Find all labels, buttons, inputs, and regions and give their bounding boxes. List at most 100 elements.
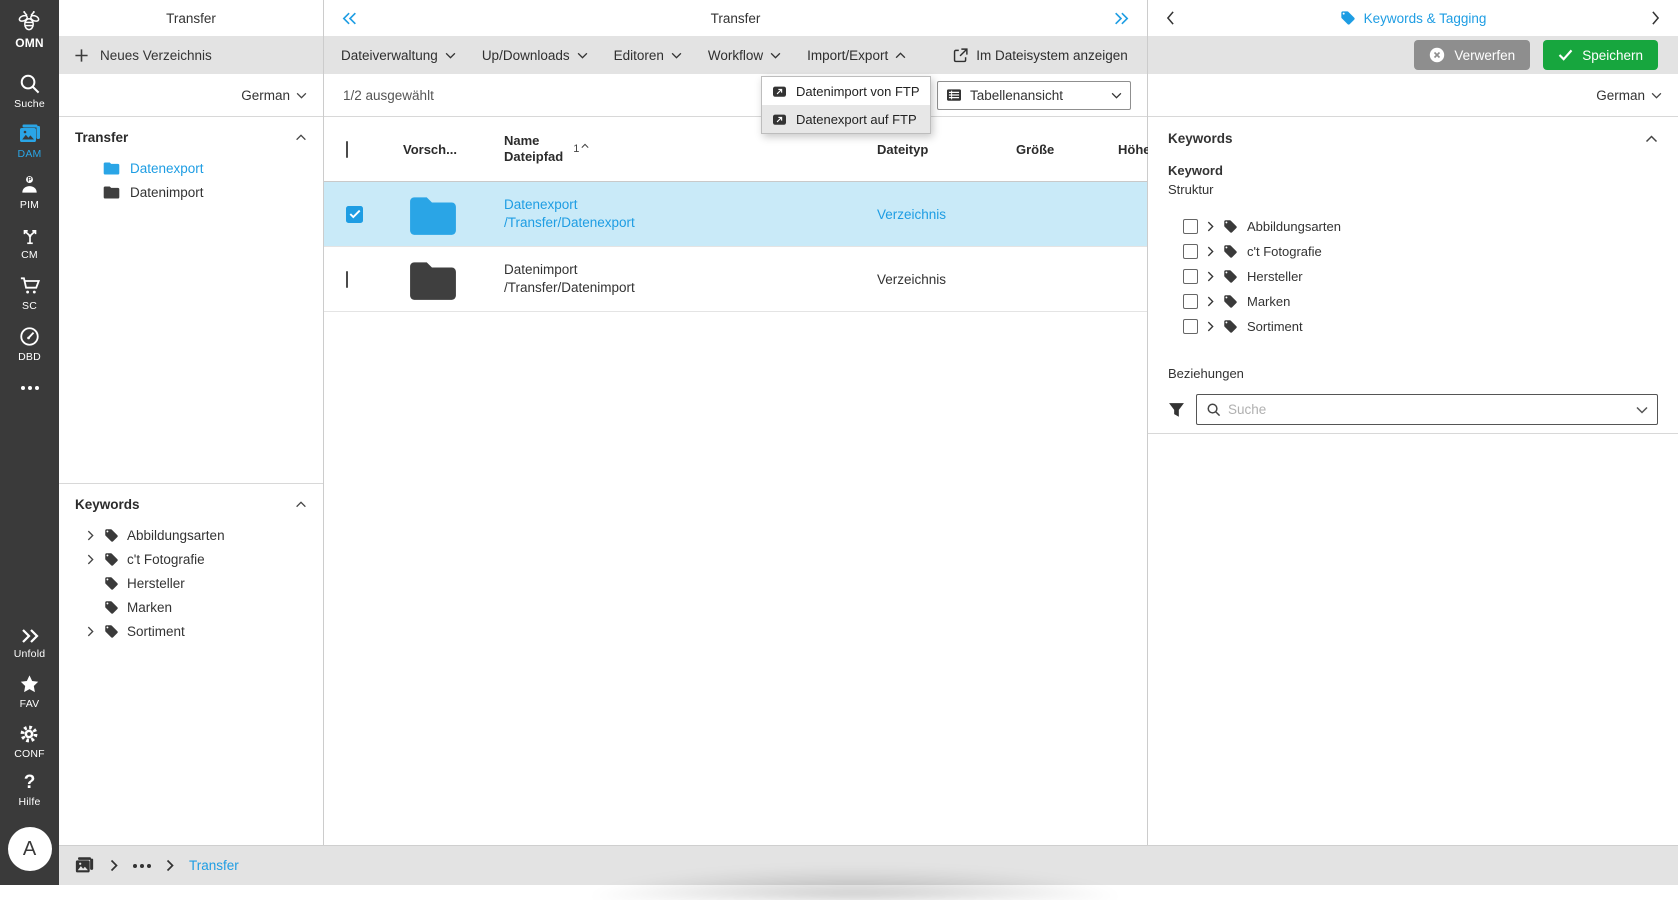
keyword-item-marken[interactable]: Marken [75,595,307,619]
collapse-chevron-up-icon[interactable] [1645,134,1658,143]
keyword-checkbox[interactable] [1183,219,1198,234]
sidebar-item-unfold[interactable]: Unfold [14,627,46,660]
menu-import-export[interactable]: Import/Export [807,48,906,63]
discard-button[interactable]: Verwerfen [1414,40,1531,70]
chevron-right-icon [166,859,174,872]
star-icon [18,673,41,695]
tree-item-datenimport[interactable]: Datenimport [75,180,307,204]
filter-funnel-icon[interactable] [1168,402,1185,418]
keyword-option-hersteller[interactable]: Hersteller [1183,264,1658,289]
sidebar-item-label: DBD [18,351,41,363]
menu-item-datenexport-auf-ftp[interactable]: Datenexport auf FTP [762,105,930,133]
chevron-right-icon[interactable] [1207,296,1214,307]
column-name-dateipfad[interactable]: Name Dateipfad 1 [504,133,877,166]
chevron-right-icon[interactable] [87,554,96,565]
left-language-select[interactable]: German [59,74,323,117]
sidebar-item-sc[interactable]: SC [18,274,42,312]
menu-updownloads[interactable]: Up/Downloads [482,48,588,63]
save-button[interactable]: Speichern [1543,40,1658,70]
menu-item-datenimport-von-ftp[interactable]: Datenimport von FTP [762,77,930,105]
sort-indicator[interactable]: 1 [573,143,589,155]
breadcrumb-current[interactable]: Transfer [189,858,239,873]
keyword-checkbox[interactable] [1183,244,1198,259]
keyword-item-hersteller[interactable]: Hersteller [75,571,307,595]
row-checkbox[interactable] [346,270,348,288]
user-avatar[interactable]: A [7,827,52,871]
search-icon [18,72,41,95]
keyword-item-sortiment[interactable]: Sortiment [75,619,307,643]
sidebar-item-conf[interactable]: CONF [14,723,45,760]
check-icon [1558,49,1573,61]
save-discard-toolbar: Verwerfen Speichern [1148,36,1678,74]
chevron-right-icon[interactable] [87,530,96,541]
tree-item-datenexport[interactable]: Datenexport [75,156,307,180]
keyword-checkbox[interactable] [1183,294,1198,309]
keyword-checkbox[interactable] [1183,269,1198,284]
menu-label: Workflow [707,47,764,63]
section-divider [1148,433,1678,434]
table-row-datenexport[interactable]: Datenexport /Transfer/Datenexport Verzei… [324,182,1147,247]
chevron-right-icon[interactable] [1207,321,1214,332]
keyword-field-label: Keyword [1168,163,1223,178]
chevron-right-icon[interactable] [87,626,96,637]
cm-branch-icon [19,224,41,246]
row-checkbox-checked[interactable] [346,205,363,223]
new-directory-button[interactable]: Neues Verzeichnis [59,36,323,74]
sidebar-bottom-group: Unfold FAV CONF ? Hilfe A [7,627,52,885]
chevron-right-icon[interactable] [1207,271,1214,282]
chevron-down-icon [577,52,588,59]
column-groesse[interactable]: Größe [1016,142,1118,157]
chevron-down-icon[interactable] [1636,406,1648,414]
chevron-down-icon [671,52,682,59]
chevron-right-icon[interactable] [1207,221,1214,232]
collapse-chevron-up-icon[interactable] [295,134,307,141]
chevron-right-icon[interactable] [1207,246,1214,257]
menu-dateiverwaltung[interactable]: Dateiverwaltung [341,48,456,63]
keyword-label: Abbildungsarten [1247,219,1341,234]
tag-icon [1223,244,1238,259]
right-language-select[interactable]: German [1148,74,1678,117]
language-value: German [1596,87,1645,103]
sidebar-item-pim[interactable]: P PIM [18,173,41,211]
sidebar-item-hilfe[interactable]: ? Hilfe [18,773,40,809]
table-row-datenimport[interactable]: Datenimport /Transfer/Datenimport Verzei… [324,247,1147,312]
keyword-checkbox[interactable] [1183,319,1198,334]
sidebar-item-suche[interactable]: Suche [14,72,45,110]
keyword-option-ct-fotografie[interactable]: c't Fotografie [1183,239,1658,264]
menu-editoren[interactable]: Editoren [614,48,682,63]
show-in-filesystem-button[interactable]: Im Dateisystem anzeigen [952,47,1128,64]
next-tab-chevron-icon[interactable] [1651,0,1660,36]
sidebar-more-ellipsis-icon[interactable] [20,386,39,390]
breadcrumb-ellipsis[interactable] [133,863,151,868]
keyword-label: Sortiment [127,623,185,639]
collapse-left-double-chevron-icon[interactable] [342,0,358,36]
keyword-search-box [1196,394,1658,425]
row-filetype: Verzeichnis [877,206,947,222]
dam-images-icon[interactable] [74,856,95,875]
menu-label: Dateiverwaltung [341,47,438,63]
keyword-option-abbildungsarten[interactable]: Abbildungsarten [1183,214,1658,239]
column-vorschau[interactable]: Vorsch... [403,142,504,157]
previous-tab-chevron-icon[interactable] [1166,0,1175,36]
keyword-option-marken[interactable]: Marken [1183,289,1658,314]
column-dateityp[interactable]: Dateityp [877,142,1016,157]
view-mode-select[interactable]: Tabellenansicht [937,80,1131,110]
menu-workflow[interactable]: Workflow [708,48,781,63]
tag-icon [104,552,119,567]
expand-right-double-chevron-icon[interactable] [1113,0,1129,36]
sidebar-item-dbd[interactable]: DBD [18,325,41,363]
keyword-item-abbildungsarten[interactable]: Abbildungsarten [75,523,307,547]
sidebar-item-cm[interactable]: CM [19,224,41,261]
keyword-option-sortiment[interactable]: Sortiment [1183,314,1658,339]
collapse-chevron-up-icon[interactable] [295,501,307,508]
omn-logo[interactable]: OMN [15,9,44,50]
sidebar-item-fav[interactable]: FAV [18,673,41,710]
keyword-search-input[interactable] [1228,402,1629,417]
sidebar-item-dam[interactable]: DAM [18,123,42,160]
ftp-transfer-icon [772,85,787,98]
sort-ascending-icon [581,143,589,148]
keyword-item-ct-fotografie[interactable]: c't Fotografie [75,547,307,571]
select-all-checkbox[interactable] [346,140,348,158]
chevron-up-icon [895,51,906,59]
column-hoehe[interactable]: Höhe [1118,142,1151,157]
